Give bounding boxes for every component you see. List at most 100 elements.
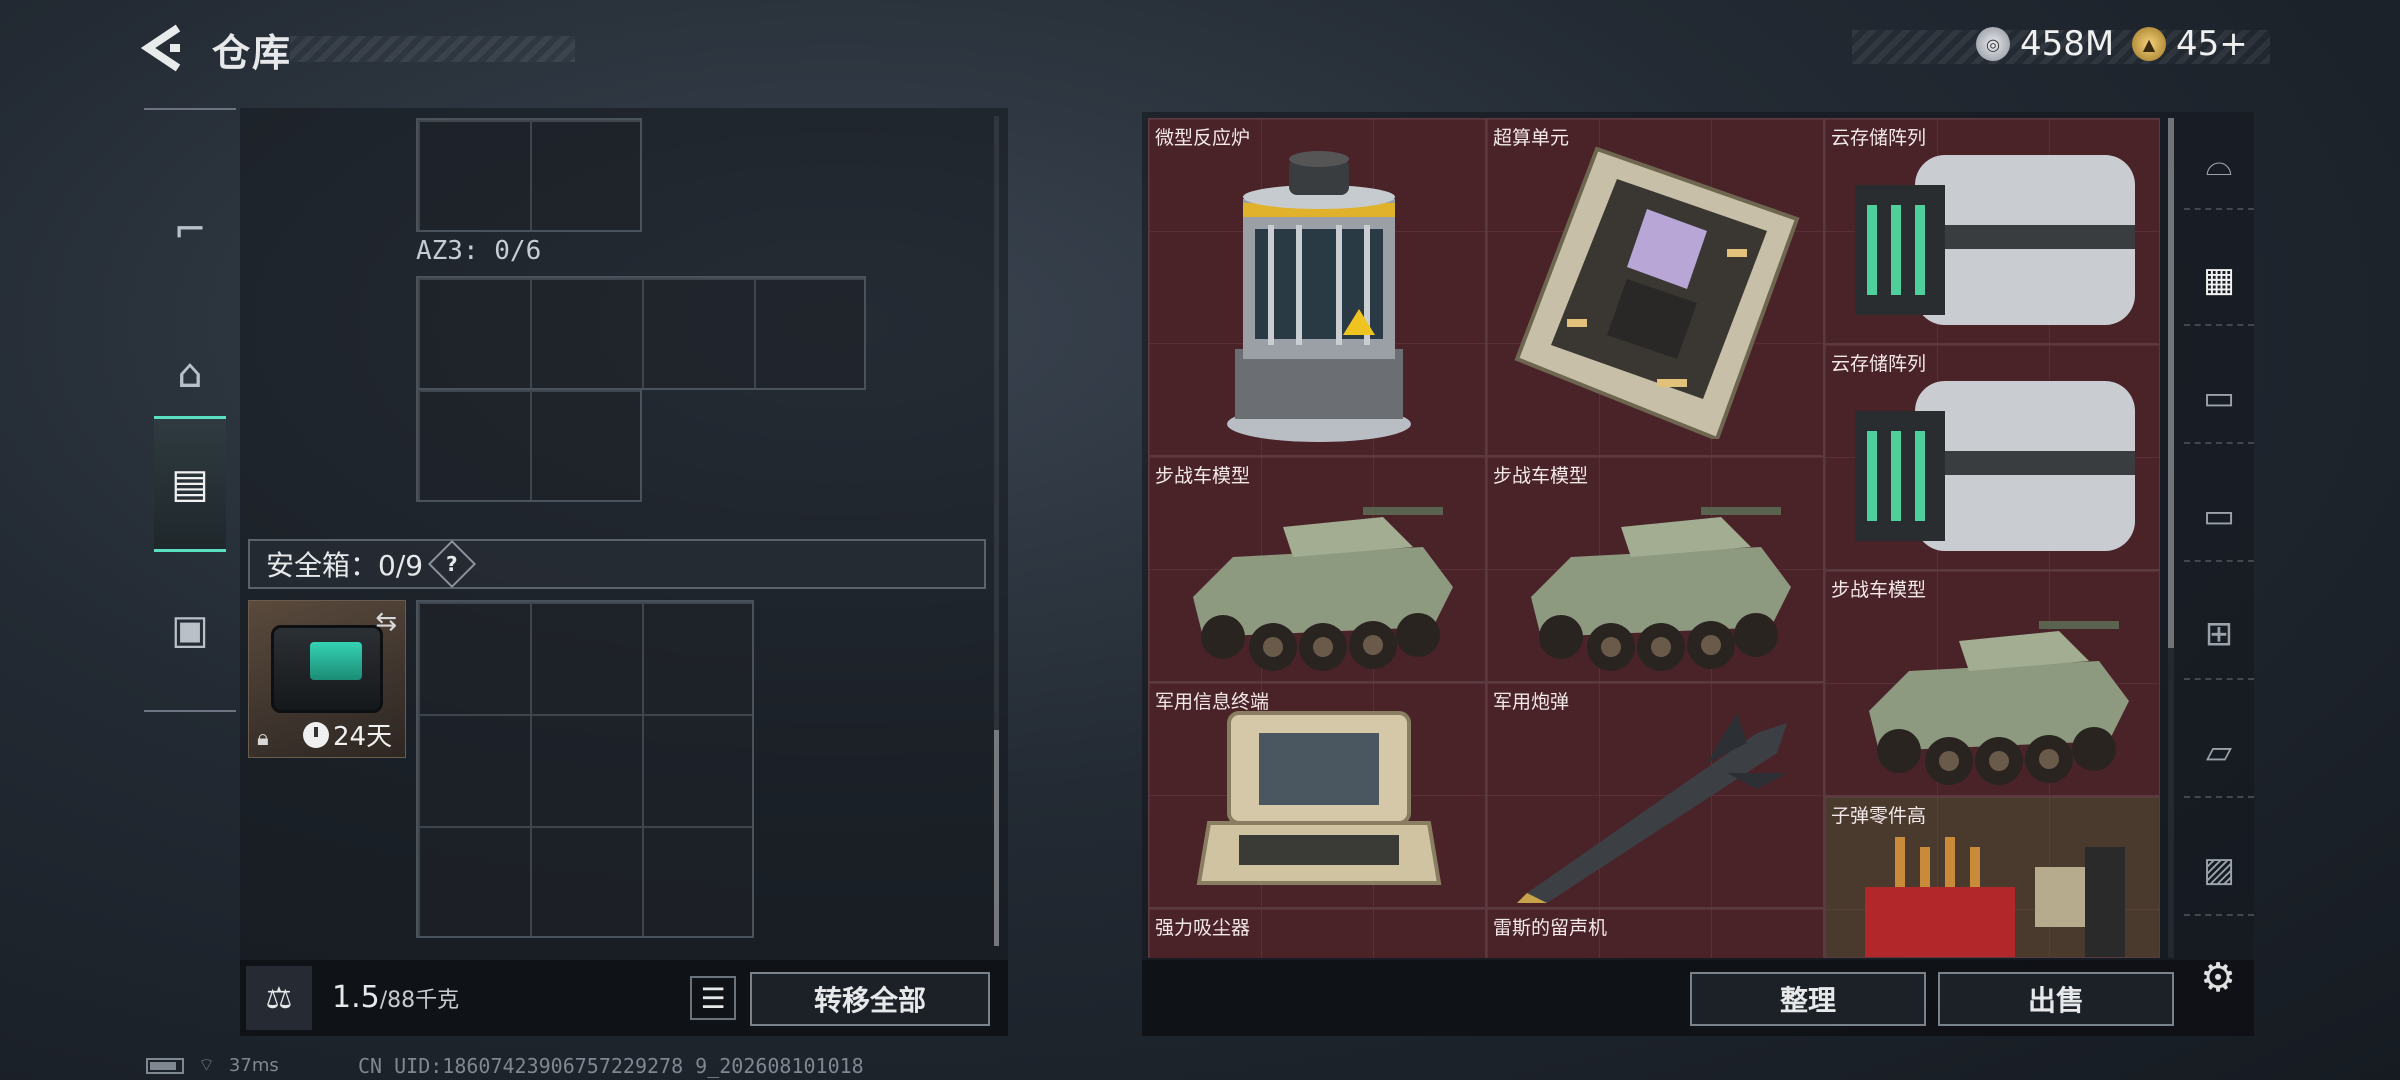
item-name: 军用炮弹	[1493, 691, 1570, 713]
item-name: 云存储阵列	[1831, 353, 1927, 375]
folder-iv-icon: ▭	[2202, 496, 2236, 536]
gold-triangle-coin-icon: ▲	[2132, 27, 2166, 61]
weight-icon: ⚖	[246, 966, 312, 1030]
item-name: 雷斯的留声机	[1493, 917, 1608, 939]
category-weapons[interactable]: ⌐	[154, 162, 226, 298]
player-uid: CN UID:18607423906757229278 9_2026081010…	[358, 1054, 864, 1078]
silver-coin-icon: ◎	[1976, 27, 2010, 61]
currency-silver[interactable]: ◎ 458M	[1976, 24, 2114, 64]
rail-arch[interactable]: ⌓	[2184, 120, 2254, 210]
rail-folder-photo[interactable]: ▨	[2184, 826, 2254, 916]
storage-grid-top[interactable]	[416, 118, 642, 232]
weight-max: /88千克	[379, 988, 460, 1013]
az3-grid-row1[interactable]	[416, 276, 866, 390]
back-button[interactable]	[140, 22, 192, 74]
safe-box-header: 安全箱：0/9 ?	[248, 539, 986, 589]
ifv-art	[1531, 507, 1791, 671]
inventory-item[interactable]: 云存储阵列	[1824, 344, 2160, 570]
currency-gold[interactable]: ▲ 45+	[2132, 24, 2248, 64]
rail-folder-2[interactable]: ▭	[2184, 472, 2254, 562]
weight-readout: 1.5/88千克	[332, 980, 459, 1015]
clock-icon	[303, 721, 329, 748]
warehouse-rail: ⌓ ▦ ▭ ▭ ⊞ ▱ ▨	[2184, 120, 2254, 940]
item-name: 步战车模型	[1831, 579, 1927, 601]
item-name: 强力吸尘器	[1155, 917, 1251, 939]
currency-gold-value: 45+	[2176, 24, 2248, 64]
item-name: 步战车模型	[1493, 465, 1589, 487]
page-title: 仓库	[212, 31, 293, 75]
inventory-scroll-thumb[interactable]	[2168, 118, 2174, 648]
ifv-art	[1869, 621, 2129, 785]
battery-icon	[146, 1057, 184, 1074]
folder-photo-iv-icon: ▨	[2202, 850, 2236, 890]
server-art	[1855, 155, 2135, 325]
help-icon: ?	[446, 551, 458, 576]
sell-button[interactable]: 出售	[1938, 972, 2174, 1026]
circuit-board-art	[1514, 146, 1800, 439]
folder-open-iv-icon: ▱	[2205, 732, 2233, 772]
inventory-item[interactable]: 超算单元	[1486, 118, 1824, 456]
briefcase-icon: ▣	[171, 607, 209, 653]
item-name: 军用信息终端	[1155, 691, 1270, 713]
az3-label: AZ3: 0/6	[416, 236, 542, 266]
rail-folder-1[interactable]: ▭	[2184, 354, 2254, 444]
list-view-button[interactable]: ☰	[690, 976, 736, 1020]
back-arrow-icon	[140, 24, 181, 72]
inventory-item[interactable]: 强力吸尘器	[1148, 908, 1486, 958]
inventory-item[interactable]: 军用炮弹	[1486, 682, 1824, 908]
item-name: 子弹零件高	[1831, 805, 1927, 827]
storage-scroll-thumb[interactable]	[994, 730, 999, 946]
rail-folder-open[interactable]: ▱	[2184, 708, 2254, 798]
transfer-all-button[interactable]: 转移全部	[750, 972, 990, 1026]
inventory-item[interactable]: 云存储阵列	[1824, 118, 2160, 344]
weight-value: 1.5	[332, 980, 380, 1015]
inventory-item[interactable]: 步战车模型	[1486, 456, 1824, 682]
currency-silver-value: 458M	[2020, 24, 2115, 64]
settings-button[interactable]: ⚙	[2192, 952, 2244, 1004]
gear-icon: ⚙	[2200, 955, 2236, 1001]
terminal-art	[1196, 711, 1442, 885]
inventory-item[interactable]: 微型反应炉	[1148, 118, 1486, 456]
category-vest[interactable]: ▤	[154, 416, 226, 552]
inventory-item[interactable]: 雷斯的留声机	[1486, 908, 1824, 958]
ifv-art	[1193, 507, 1453, 671]
lock-icon: 🔒︎	[257, 726, 269, 751]
list-icon: ☰	[700, 981, 726, 1015]
ping-value: 37ms	[228, 1055, 279, 1076]
item-name: 超算单元	[1493, 127, 1570, 149]
safe-box-grid[interactable]	[416, 600, 754, 938]
az3-grid-row2[interactable]	[416, 388, 642, 502]
category-rail: ⌐ ⌂ ▤ ▣	[144, 108, 236, 712]
swap-icon[interactable]: ⇆	[375, 607, 397, 637]
cash-register-icon: ▦	[2202, 260, 2236, 300]
reactor-art	[1227, 151, 1411, 442]
inventory-item[interactable]: 步战车模型	[1148, 456, 1486, 682]
rail-folder-add[interactable]: ⊞	[2184, 590, 2254, 680]
item-name: 云存储阵列	[1831, 127, 1927, 149]
safe-box-timer-value: 24天	[333, 722, 393, 752]
safe-box-item[interactable]: ⇆ 🔒︎ 24天	[248, 600, 406, 758]
category-case[interactable]: ▣	[154, 562, 226, 698]
server-art	[1855, 381, 2135, 551]
missile-art	[1517, 713, 1787, 903]
inventory-item[interactable]: 步战车模型	[1824, 570, 2160, 796]
vest-icon: ▤	[171, 461, 209, 507]
safe-box-art	[271, 625, 383, 713]
sort-button[interactable]: 整理	[1690, 972, 1926, 1026]
status-bar: ⌔ 37ms	[146, 1054, 279, 1077]
backpack-icon: ⌂	[177, 351, 203, 397]
rail-register[interactable]: ▦	[2184, 236, 2254, 326]
item-name: 步战车模型	[1155, 465, 1251, 487]
help-button[interactable]: ?	[428, 539, 477, 589]
wifi-icon: ⌔	[198, 1055, 215, 1076]
title-decoration	[290, 36, 575, 62]
folder-add-iv-icon: ⊞	[2204, 614, 2234, 654]
inventory-grid: 微型反应炉 超算单元 云存储阵列 云存储阵列 步战车模型 步战车模型 步战车模型…	[1148, 118, 2160, 958]
safe-box-timer: 24天	[303, 716, 392, 753]
arch-icon: ⌓	[2205, 144, 2233, 184]
folder-iv-icon: ▭	[2202, 378, 2236, 418]
inventory-item[interactable]: 军用信息终端	[1148, 682, 1486, 908]
safe-box-label: 安全箱：0/9	[266, 549, 424, 582]
pistol-icon: ⌐	[173, 207, 207, 253]
inventory-item[interactable]: 子弹零件高	[1824, 796, 2160, 958]
